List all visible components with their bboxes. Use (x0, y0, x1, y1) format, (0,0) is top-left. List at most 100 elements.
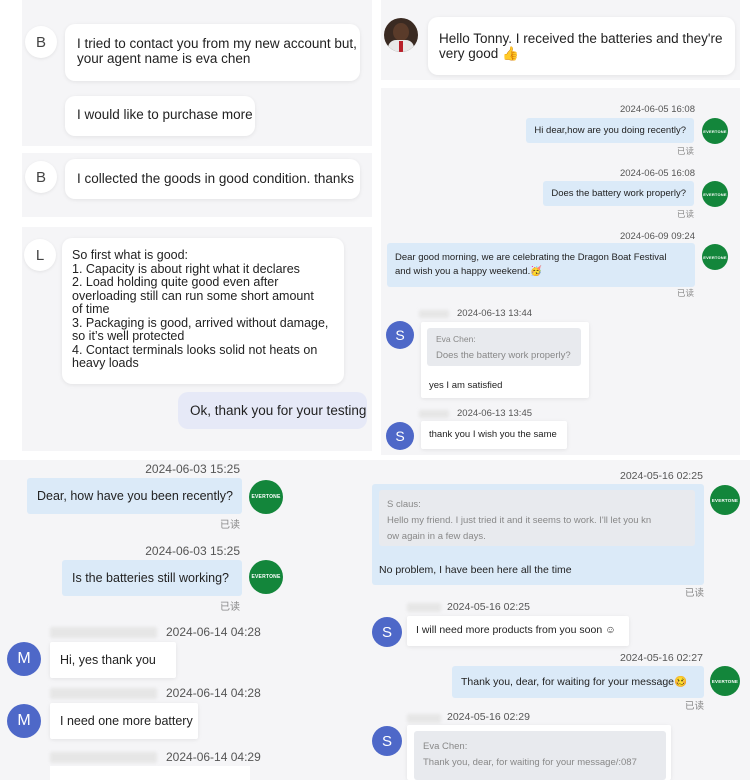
message-text: I collected the goods in good condition.… (77, 171, 354, 186)
brand-avatar[interactable]: EVERTONE (702, 181, 728, 207)
message-bubble[interactable]: thank you I wish you the same (421, 421, 567, 449)
message-timestamp: 2024-05-16 02:27 (620, 652, 703, 664)
message-text: Ok, thank you for your testing (190, 403, 367, 418)
quote-text: Does the battery work properly? (436, 350, 571, 361)
brand-avatar[interactable]: EVERTONE (249, 480, 283, 514)
message-timestamp: 2024-05-16 02:29 (447, 711, 530, 723)
read-status: 已读 (676, 209, 694, 219)
message-bubble[interactable]: Is the batteries still working? (62, 560, 242, 596)
quote-text: ow again in a few days. (387, 531, 486, 542)
message-timestamp: 2024-06-03 15:25 (145, 544, 240, 558)
message-text: yes I am satisfied (429, 380, 503, 391)
message-bubble[interactable]: Thank you, dear, for waiting for your me… (452, 666, 704, 698)
avatar[interactable]: M (7, 642, 41, 676)
quoted-message: Eva Chen: Does the battery work properly… (427, 328, 581, 366)
message-timestamp: 2024-06-13 13:45 (457, 408, 533, 419)
avatar[interactable]: B (25, 161, 57, 193)
user-photo-avatar[interactable] (384, 18, 418, 52)
avatar[interactable]: B (25, 26, 57, 58)
message-timestamp: 2024-06-14 04:28 (166, 686, 261, 700)
brand-avatar[interactable]: EVERTONE (702, 118, 728, 144)
message-text: Dear good morning, we are celebrating th… (395, 252, 667, 263)
message-text: Hi dear,how are you doing recently? (534, 125, 686, 136)
message-text: 1. Capacity is about right what it decla… (72, 261, 300, 276)
brand-avatar[interactable]: EVERTONE (710, 485, 740, 515)
message-text: I need one more battery (60, 714, 193, 728)
quote-author: Eva Chen: (436, 334, 476, 344)
brand-avatar[interactable]: EVERTONE (702, 244, 728, 270)
message-text: I tried to contact you from my new accou… (77, 36, 357, 51)
party-emoji: 🥳 (530, 266, 543, 277)
sender-name-redacted (419, 310, 449, 318)
chat-panel-3: L So first what is good: 1. Capacity is … (22, 227, 372, 451)
message-bubble[interactable]: Hi, yes thank you (50, 642, 176, 678)
message-bubble[interactable]: I need one more battery (50, 703, 198, 739)
read-status: 已读 (676, 146, 694, 156)
message-timestamp: 2024-06-05 16:08 (619, 168, 695, 179)
avatar[interactable]: S (386, 422, 414, 450)
message-text: Is the batteries still working? (72, 571, 230, 585)
message-bubble[interactable]: I tried to contact you from my new accou… (65, 24, 360, 81)
message-bubble[interactable]: Hi dear,how are you doing recently? (526, 118, 694, 143)
message-timestamp: 2024-05-16 02:25 (620, 470, 703, 482)
message-text: of time (72, 302, 110, 316)
brand-avatar[interactable]: EVERTONE (710, 666, 740, 696)
message-text: Hi, yes thank you (60, 653, 156, 667)
chat-panel-5: 2024-06-05 16:08 Hi dear,how are you doi… (381, 88, 740, 455)
message-text: Thank you, dear, for waiting for your me… (461, 676, 688, 688)
quoted-message: S claus: Hello my friend. I just tried i… (379, 490, 695, 546)
avatar[interactable]: M (7, 704, 41, 738)
message-bubble[interactable]: Ok, thank you for your testing (178, 392, 367, 429)
read-status: 已读 (676, 288, 694, 298)
message-timestamp: 2024-06-09 09:24 (619, 231, 695, 242)
message-text: heavy loads (72, 356, 139, 370)
message-text: So first what is good: (72, 248, 189, 262)
woozy-emoji: 🥴 (674, 676, 688, 688)
photo-face (393, 23, 409, 41)
message-text: Dear, how have you been recently? (37, 489, 233, 503)
message-timestamp: 2024-06-05 16:08 (619, 104, 695, 115)
message-bubble[interactable]: Hello Tonny. I received the batteries an… (428, 17, 735, 75)
quote-author: Eva Chen: (423, 741, 468, 752)
avatar[interactable]: S (372, 726, 402, 756)
message-bubble[interactable]: Eva Chen: Thank you, dear, for waiting f… (407, 725, 671, 780)
message-bubble[interactable]: Dear, how have you been recently? (27, 478, 242, 514)
message-text: your agent name is eva chen (77, 51, 251, 66)
message-bubble[interactable]: Eva Chen: Does the battery work properly… (421, 322, 589, 398)
message-bubble[interactable]: S claus: Hello my friend. I just tried i… (372, 484, 704, 585)
message-timestamp: 2024-06-14 04:28 (166, 625, 261, 639)
read-status: 已读 (220, 602, 240, 613)
message-text: I will need more products from you soon … (416, 624, 616, 636)
message-bubble[interactable]: I would like to purchase more (65, 96, 255, 136)
chat-panel-7: 2024-05-16 02:25 S claus: Hello my frien… (372, 460, 750, 780)
message-bubble[interactable]: I will need more products from you soon … (407, 616, 629, 646)
message-text: Hello Tonny. I received the batteries an… (439, 31, 723, 46)
message-bubble[interactable]: Does the battery work properly? (543, 181, 694, 206)
message-bubble[interactable]: Dear good morning, we are celebrating th… (387, 243, 695, 287)
message-text: 4. Contact terminals looks solid not hea… (72, 342, 318, 357)
message-text: so it’s well protected (72, 329, 185, 343)
sender-name-redacted (407, 603, 441, 612)
message-bubble[interactable] (50, 766, 250, 780)
message-timestamp: 2024-06-14 04:29 (166, 750, 261, 764)
quoted-message: Eva Chen: Thank you, dear, for waiting f… (414, 731, 666, 780)
chat-panel-1: B I tried to contact you from my new acc… (22, 0, 372, 146)
message-text: I would like to purchase more (77, 107, 253, 122)
brand-avatar[interactable]: EVERTONE (249, 560, 283, 594)
message-text: thank you I wish you the same (429, 429, 557, 440)
sender-name-redacted (50, 688, 157, 699)
avatar[interactable]: S (372, 617, 402, 647)
photo-tie (399, 41, 403, 52)
message-timestamp: 2024-05-16 02:25 (447, 601, 530, 613)
message-bubble[interactable]: I collected the goods in good condition.… (65, 159, 360, 199)
quote-text: Thank you, dear, for waiting for your me… (423, 757, 637, 768)
avatar[interactable]: L (24, 239, 56, 271)
read-status: 已读 (685, 701, 705, 712)
avatar[interactable]: S (386, 321, 414, 349)
message-timestamp: 2024-06-03 15:25 (145, 462, 240, 476)
message-timestamp: 2024-06-13 13:44 (457, 308, 533, 319)
chat-panel-2: B I collected the goods in good conditio… (22, 153, 372, 217)
chat-panel-4: Hello Tonny. I received the batteries an… (381, 0, 740, 80)
message-text: Does the battery work properly? (551, 188, 686, 199)
message-bubble[interactable]: So first what is good: 1. Capacity is ab… (62, 238, 344, 384)
